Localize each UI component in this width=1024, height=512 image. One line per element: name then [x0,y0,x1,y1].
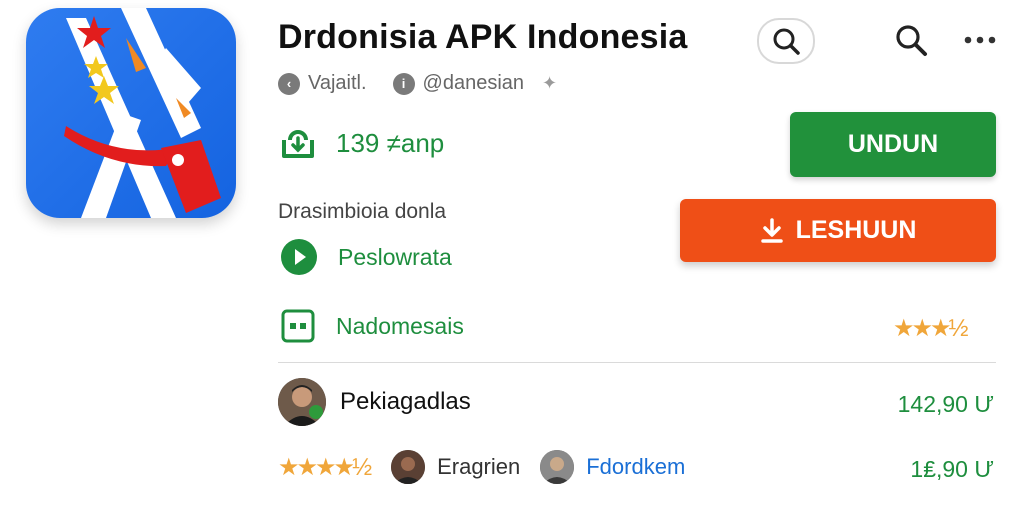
app-logo-graphic [64,8,221,218]
download-count: 139 ≠anp [336,127,445,158]
avatar [540,450,575,484]
avatar [391,450,426,484]
download-button[interactable]: LESHUUN [680,199,996,262]
publisher-name[interactable]: @danesian [423,72,524,95]
price-label: 1₤,90 Ư [910,456,994,482]
app-page: Drdonisia APK Indonesia ‹ Vajaitl. i @da… [0,0,1024,512]
download-icon [282,130,314,158]
rating-stars: ★★★★½ [278,453,372,481]
rating-stars: ★★★½ [893,315,969,342]
info-icon: i [392,72,415,95]
download-button-label: LESHUUN [795,216,917,244]
app-icon[interactable] [26,8,236,218]
search-button[interactable] [757,18,815,64]
reviewer-name: Pekiagadlas [340,388,471,415]
downloads-row: 139 ≠anp [280,126,444,160]
feature-label: Nadomesais [336,312,464,339]
star-icon: ✦ [542,73,558,93]
chevron-left-icon: ‹ [278,72,300,95]
grid-icon [281,309,315,343]
price-label: 142,90 Ư [897,391,994,417]
feature-item[interactable]: Peslowrata [280,238,452,276]
search-icon[interactable] [893,22,929,58]
review-item[interactable]: Pekiagadlas [278,378,471,426]
install-button[interactable]: UNDUN [790,112,996,177]
reviewer-name: Eragrien [437,454,521,479]
app-title: Drdonisia APK Indonesia [278,18,688,56]
play-icon [281,239,317,275]
section-label: Drasimbioia donla [278,200,447,223]
more-options-icon[interactable] [960,22,1000,58]
review-item[interactable]: ★★★★½ Eragrien Fdordkem [278,450,685,484]
search-icon [773,28,800,55]
divider [278,362,996,363]
app-meta-row: ‹ Vajaitl. i @danesian ✦ [278,72,557,95]
avatar [278,378,326,426]
developer-name[interactable]: Vajaitl. [308,72,367,95]
feature-item[interactable]: Nadomesais [280,308,464,344]
reviewer-link[interactable]: Fdordkem [586,454,685,480]
feature-label: Peslowrata [338,243,452,270]
download-arrow-icon [760,217,783,243]
